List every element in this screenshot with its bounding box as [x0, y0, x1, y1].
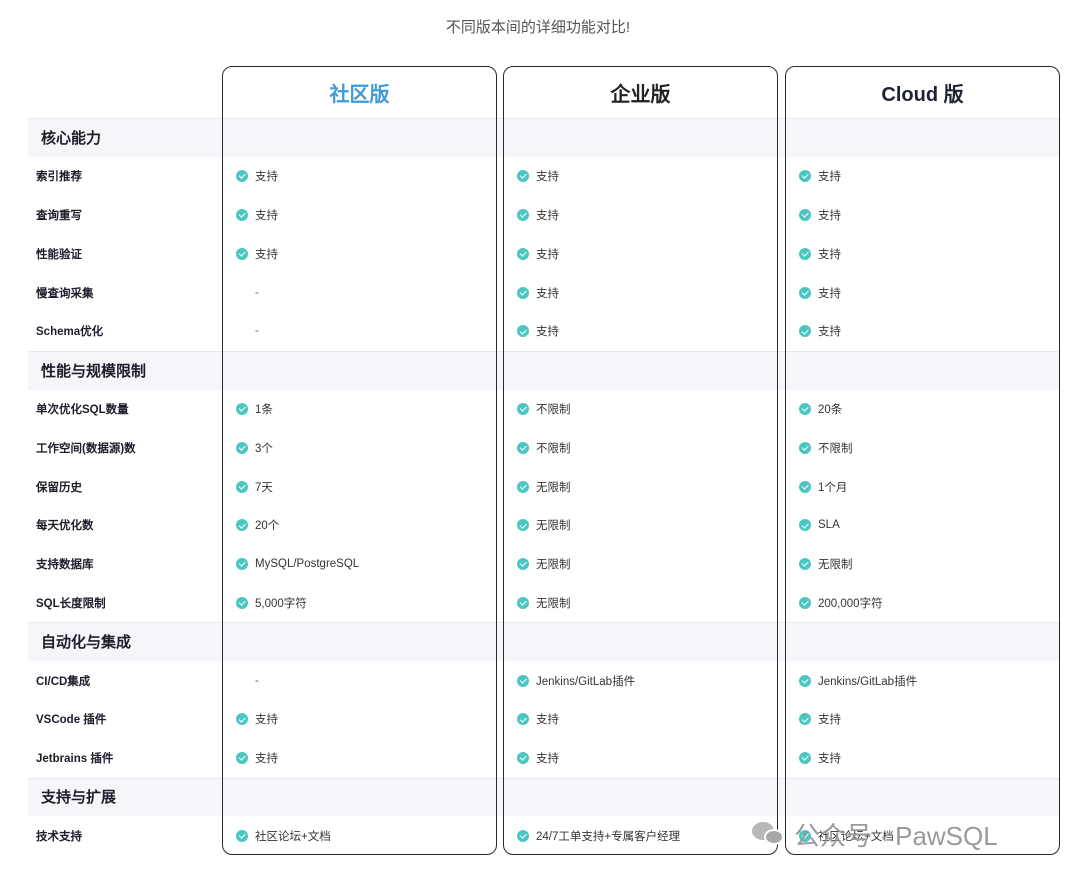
section-title: 支持与扩展: [41, 789, 117, 807]
page-subtitle: 不同版本间的详细功能对比!: [445, 19, 631, 36]
feature-label: 保留历史: [36, 481, 82, 494]
feature-label: VSCode 插件: [36, 714, 107, 727]
column-header-enterprise: 企业版: [610, 83, 671, 106]
section-title: 性能与规模限制: [41, 362, 147, 380]
watermark: 公众号 · PawSQL: [752, 817, 998, 851]
wechat-icon: [752, 820, 786, 848]
card-community: [222, 66, 497, 855]
column-header-cloud: Cloud 版: [881, 83, 964, 106]
card-enterprise: [503, 66, 778, 855]
feature-label: 查询重写: [36, 209, 82, 222]
feature-label: 支持数据库: [36, 559, 94, 572]
feature-label: 技术支持: [36, 830, 82, 843]
section-title: 核心能力: [41, 129, 102, 147]
feature-label: Jetbrains 插件: [36, 753, 114, 766]
feature-label: 性能验证: [36, 248, 82, 261]
feature-label: SQL长度限制: [36, 597, 106, 610]
feature-label: 索引推荐: [36, 171, 82, 184]
section-title: 自动化与集成: [41, 634, 132, 652]
feature-label: 单次优化SQL数量: [36, 403, 129, 416]
feature-label: 每天优化数: [36, 520, 94, 533]
feature-label: Schema优化: [36, 326, 104, 339]
feature-label: 慢查询采集: [36, 287, 94, 300]
watermark-text: 公众号 · PawSQL: [794, 820, 998, 851]
column-header-community: 社区版: [329, 83, 390, 106]
feature-label: 工作空间(数据源)数: [36, 442, 136, 455]
card-cloud: [785, 66, 1060, 855]
feature-label: CI/CD集成: [36, 675, 91, 688]
